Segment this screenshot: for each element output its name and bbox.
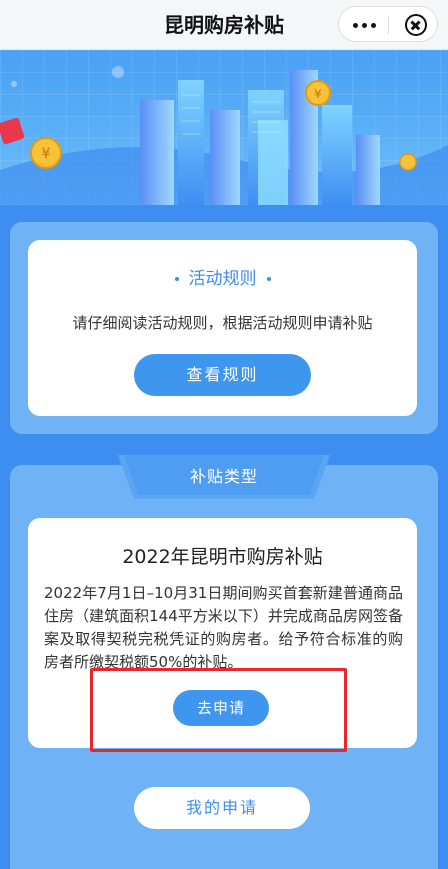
- mini-program-capsule: [338, 6, 438, 42]
- title-dot-right: [266, 277, 271, 281]
- more-dots-icon[interactable]: [349, 7, 379, 43]
- policy-title: 2022年昆明市购房补贴: [122, 546, 323, 568]
- subsidy-types-label: 补贴类型: [189, 467, 258, 486]
- subsidy-types-tab: 补贴类型: [118, 455, 330, 499]
- rules-title-text: 活动规则: [188, 269, 257, 289]
- svg-text:¥: ¥: [314, 87, 322, 101]
- view-rules-button[interactable]: 查看规则: [134, 354, 311, 396]
- rules-title: 活动规则: [28, 264, 417, 289]
- policy-description: 2022年7月1日–10月31日期间购买首套新建普通商品住房（建筑面积144平方…: [44, 584, 403, 671]
- nav-bar: 昆明购房补贴: [0, 0, 448, 50]
- city-skyline-illustration: ¥ ¥: [0, 66, 448, 205]
- capsule-divider: [388, 16, 389, 34]
- highlight-box: [90, 668, 347, 752]
- svg-text:¥: ¥: [42, 146, 51, 162]
- title-dot-left: [174, 277, 179, 281]
- my-application-button[interactable]: 我的申请: [134, 787, 310, 829]
- hero-banner: ¥ ¥: [0, 50, 448, 205]
- rules-description: 请仔细阅读活动规则，根据活动规则申请补贴: [72, 314, 373, 332]
- rules-card: 活动规则 请仔细阅读活动规则，根据活动规则申请补贴 查看规则: [28, 240, 417, 416]
- close-circle-icon[interactable]: [405, 14, 427, 36]
